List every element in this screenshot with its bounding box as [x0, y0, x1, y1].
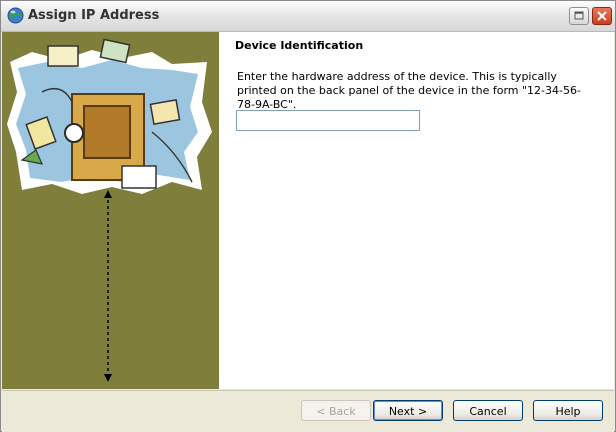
window-title: Assign IP Address — [28, 8, 160, 23]
title-bar: Assign IP Address — [1, 1, 615, 32]
cancel-button[interactable]: Cancel — [453, 400, 523, 421]
hardware-address-field[interactable] — [236, 110, 420, 131]
app-globe-icon — [7, 7, 24, 24]
restore-button[interactable] — [569, 7, 589, 25]
back-button[interactable]: < Back — [301, 400, 371, 421]
wizard-illustration — [7, 38, 212, 382]
close-button[interactable] — [592, 7, 612, 25]
page-heading: Device Identification — [235, 39, 364, 52]
wizard-content: Device Identification Enter the hardware… — [2, 32, 614, 389]
wizard-footer: < Back Next > Cancel Help — [2, 390, 614, 432]
next-button[interactable]: Next > — [373, 400, 443, 421]
assign-ip-window: Assign IP Address Device Identification … — [0, 0, 616, 432]
page-description: Enter the hardware address of the device… — [237, 70, 581, 111]
close-icon — [597, 11, 607, 21]
wizard-side-panel — [2, 32, 219, 389]
help-button[interactable]: Help — [533, 400, 603, 421]
restore-icon — [574, 11, 584, 20]
